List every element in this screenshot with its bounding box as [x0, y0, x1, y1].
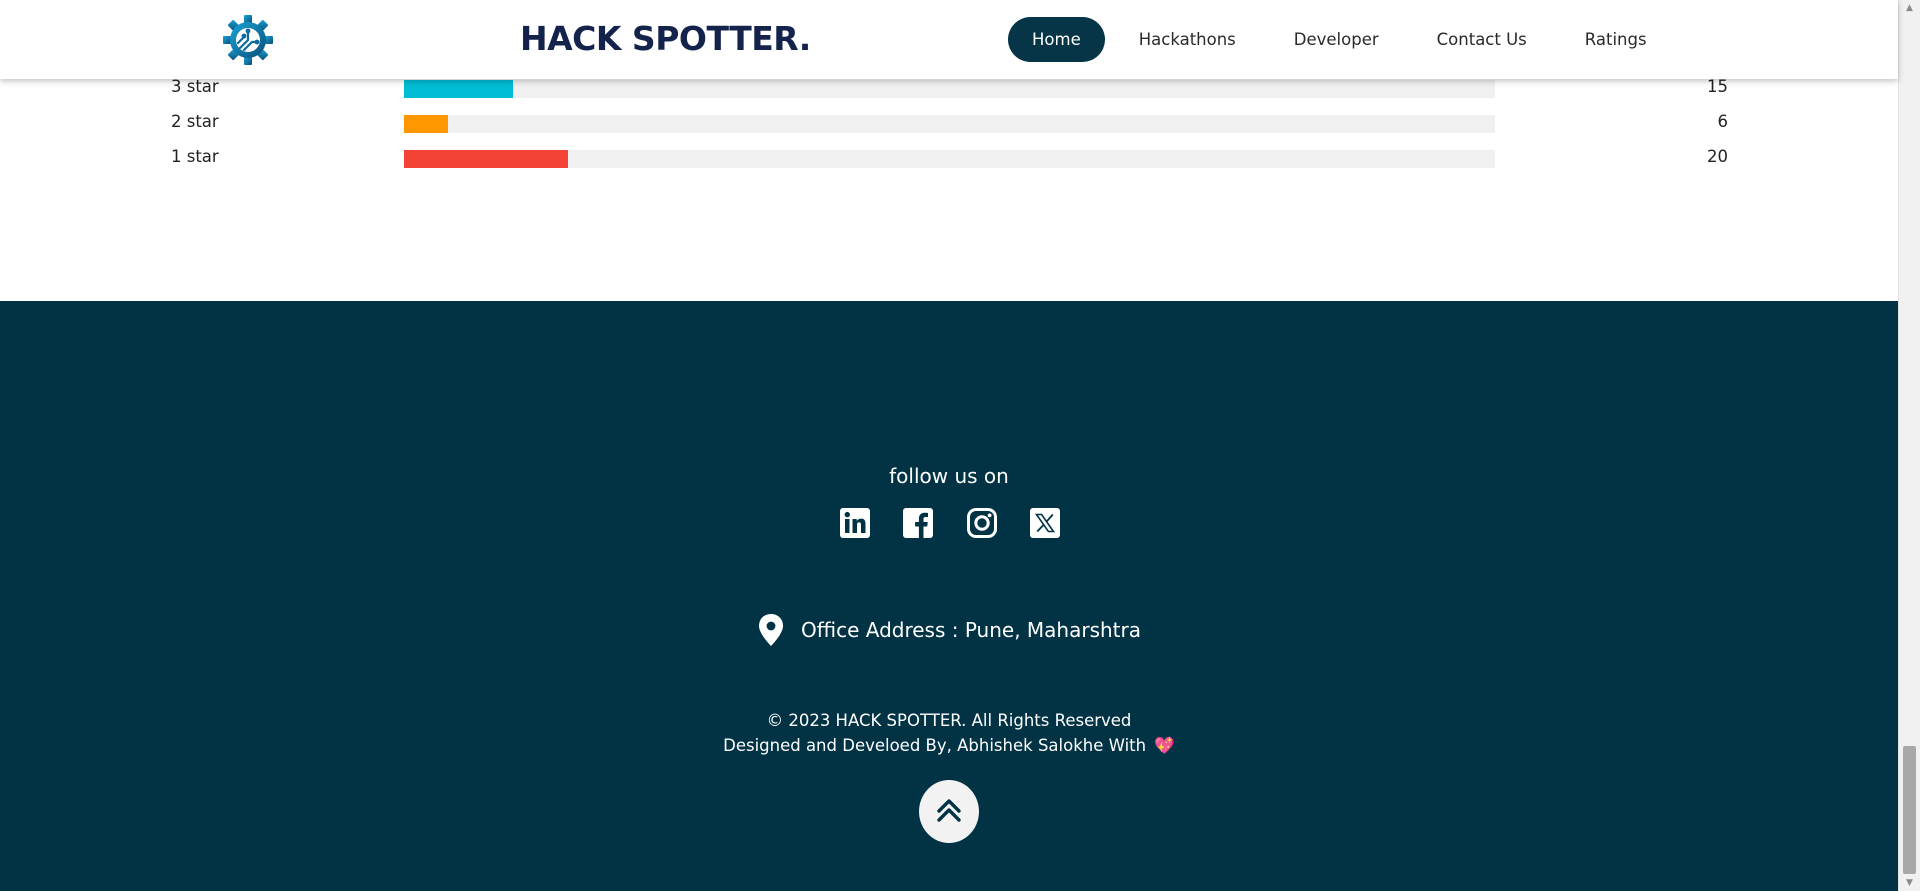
rating-row-2-star: 2 star 6 [0, 112, 1898, 134]
rating-row-3-star: 3 star 15 [0, 77, 1898, 99]
rating-bar-track [404, 150, 1495, 168]
social-links [839, 507, 1061, 539]
nav-home[interactable]: Home [1008, 17, 1105, 62]
rating-count: 20 [1707, 147, 1728, 166]
nav-hackathons[interactable]: Hackathons [1115, 17, 1260, 62]
follow-us-text: follow us on [889, 464, 1009, 488]
rating-bar-fill [404, 150, 568, 168]
credits-text: Designed and Develoed By, Abhishek Salok… [723, 736, 1147, 755]
back-to-top-button[interactable] [919, 780, 979, 843]
rating-row-1-star: 1 star 20 [0, 147, 1898, 169]
rating-label: 3 star [171, 77, 219, 96]
location-pin-icon [757, 613, 785, 647]
page-scrollbar[interactable]: ▲ ▼ [1898, 0, 1920, 891]
linkedin-icon[interactable] [839, 507, 871, 539]
facebook-icon[interactable] [902, 507, 934, 539]
scrollbar-thumb[interactable] [1903, 746, 1916, 874]
footer: follow us on Office Address: Pune, Maha… [0, 301, 1898, 891]
rating-bar-track [404, 80, 1495, 98]
heart-icon: 💖 [1154, 736, 1175, 755]
scroll-up-arrow-icon[interactable]: ▲ [1899, 0, 1920, 16]
rating-bar-fill [404, 115, 448, 133]
brand-title[interactable]: HACK SPOTTER. [520, 19, 811, 58]
rating-count: 6 [1717, 112, 1729, 131]
office-address: Office Address : Pune, Maharshtra [0, 613, 1898, 647]
instagram-icon[interactable] [966, 507, 998, 539]
copyright-text: © 2023 HACK SPOTTER. All Rights Reserved [766, 711, 1132, 730]
nav-ratings[interactable]: Ratings [1561, 17, 1671, 62]
scroll-down-arrow-icon[interactable]: ▼ [1899, 875, 1920, 891]
rating-label: 2 star [171, 112, 219, 131]
x-twitter-icon[interactable] [1029, 507, 1061, 539]
gear-circuit-icon[interactable] [222, 14, 274, 66]
rating-count: 15 [1707, 77, 1728, 96]
nav-links: Home Hackathons Developer Contact Us Rat… [1008, 17, 1681, 62]
address-text: Office Address : Pune, Maharshtra [801, 618, 1141, 642]
double-chevron-up-icon [934, 795, 964, 829]
credits-line: Designed and Develoed By, Abhishek Salok… [0, 736, 1898, 756]
rating-label: 1 star [171, 147, 219, 166]
nav-developer[interactable]: Developer [1270, 17, 1403, 62]
rating-bar-track [404, 115, 1495, 133]
nav-contact-us[interactable]: Contact Us [1413, 17, 1551, 62]
rating-bar-fill [404, 80, 514, 98]
navbar: HACK SPOTTER. Home Hackathons Developer … [0, 0, 1898, 79]
